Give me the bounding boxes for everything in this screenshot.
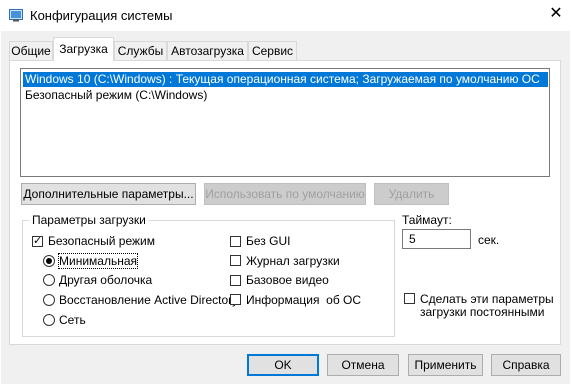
os-list[interactable]: Windows 10 (C:\Windows) : Текущая операц… <box>20 68 550 177</box>
minimal-label: Минимальная <box>57 253 139 269</box>
tab-boot[interactable]: Загрузка <box>53 37 114 61</box>
make-permanent-label-line1: Сделать эти параметры <box>420 292 554 306</box>
no-gui-label: Без GUI <box>246 234 291 248</box>
system-config-app-icon <box>9 9 23 22</box>
safe-boot-label: Безопасный режим <box>48 234 155 248</box>
boot-log-label: Журнал загрузки <box>246 254 340 268</box>
minimal-radio[interactable] <box>43 255 55 267</box>
set-default-button[interactable]: Использовать по умолчанию <box>204 183 366 205</box>
os-list-item[interactable]: Безопасный режим (C:\Windows) <box>23 88 207 103</box>
cancel-button[interactable]: Отмена <box>327 354 399 376</box>
tab-tools[interactable]: Сервис <box>248 41 297 60</box>
boot-log-checkbox[interactable] <box>230 255 241 266</box>
os-list-item[interactable]: Windows 10 (C:\Windows) : Текущая операц… <box>23 72 548 87</box>
network-label: Сеть <box>59 313 86 327</box>
base-video-label: Базовое видео <box>246 273 329 287</box>
alternate-shell-label: Другая оболочка <box>59 273 153 287</box>
os-info-label: Информация об ОС <box>246 293 362 307</box>
boot-options-label: Параметры загрузки <box>29 213 149 227</box>
os-info-checkbox[interactable] <box>230 294 241 305</box>
alternate-shell-radio[interactable] <box>43 274 55 286</box>
ad-repair-radio[interactable] <box>43 294 55 306</box>
base-video-checkbox[interactable] <box>230 275 241 286</box>
help-button[interactable]: Справка <box>491 354 561 376</box>
window-title: Конфигурация системы <box>30 8 173 23</box>
tab-services[interactable]: Службы <box>114 41 167 60</box>
close-icon[interactable]: ✕ <box>545 3 567 25</box>
no-gui-checkbox[interactable] <box>230 236 241 247</box>
ad-repair-label: Восстановление Active Directory <box>59 293 239 307</box>
apply-button[interactable]: Применить <box>408 354 483 376</box>
network-radio[interactable] <box>43 314 55 326</box>
ok-button[interactable]: OK <box>247 354 319 376</box>
timeout-input[interactable]: 5 <box>402 229 471 249</box>
make-permanent-checkbox[interactable] <box>404 293 415 304</box>
delete-button[interactable]: Удалить <box>374 183 449 205</box>
timeout-label: Таймаут: <box>402 213 452 227</box>
timeout-unit: сек. <box>478 233 500 247</box>
tab-startup[interactable]: Автозагрузка <box>167 41 248 60</box>
make-permanent-label-line2: загрузки постоянными <box>420 305 545 319</box>
tab-general[interactable]: Общие <box>9 41 53 60</box>
advanced-options-button[interactable]: Дополнительные параметры... <box>21 183 196 205</box>
safe-boot-checkbox[interactable] <box>32 234 43 247</box>
